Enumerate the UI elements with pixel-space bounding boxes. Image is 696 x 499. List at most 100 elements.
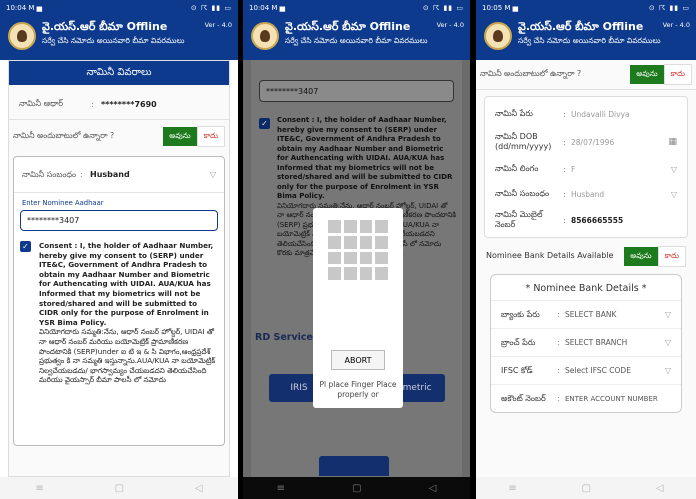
alive-no-button[interactable]: కాదు [196, 125, 225, 147]
status-time: 10:05 M ▅ [482, 4, 519, 12]
back-icon[interactable]: ◁ [195, 483, 203, 494]
app-version: Ver - 4.0 [204, 21, 232, 29]
home-icon[interactable]: ▢ [582, 483, 591, 494]
nominee-form: నామినీ అందుబాటులో ఉన్నారా ? అవును కాదు న… [476, 60, 696, 477]
bank-yes-button[interactable]: అవును [624, 246, 658, 266]
consent-english-text: Consent : I, the holder of Aadhaar Numbe… [39, 241, 214, 327]
bank-details-card: * Nominee Bank Details * బ్యాంకు పేరు : … [490, 274, 682, 413]
app-logo [251, 22, 279, 50]
abort-button[interactable]: ABORT [331, 350, 385, 370]
app-logo [8, 22, 36, 50]
screen-nominee-bank: 10:05 M ▅ ⊙ ☈ ▮▮ ▭ వై.యస్.ఆర్ బీమా Offli… [476, 0, 696, 499]
status-bar: 10:05 M ▅ ⊙ ☈ ▮▮ ▭ [476, 0, 696, 16]
bank-no-button[interactable]: కాదు [657, 245, 686, 267]
branch-name-row: బ్రాంచ్ పేరు : SELECT BRANCH ▽ [491, 328, 681, 356]
app-version: Ver - 4.0 [662, 21, 690, 29]
app-header: వై.యస్.ఆర్ బీమా Offline సర్వే చేసి నమోదు… [243, 16, 470, 60]
alive-no-button[interactable]: కాదు [663, 64, 692, 85]
relation-label: నామినీ సంబంధం [22, 170, 77, 179]
field-label: నామినీ DOB (dd/mm/yyyy) [495, 132, 552, 151]
branch-name-select[interactable]: SELECT BRANCH [565, 338, 665, 347]
chevron-down-icon[interactable]: ▽ [671, 165, 677, 174]
status-icons: ⊙ ☈ ▮▮ ▭ [190, 4, 232, 12]
nominee-aadhaar-label: నామినీ ఆధార్ [19, 98, 64, 108]
consent-checkbox[interactable]: ✓ [259, 118, 270, 129]
nominee-name-row: నామినీ పేరు : Undavalli Divya [485, 101, 687, 127]
ifsc-select[interactable]: Select IFSC CODE [565, 366, 665, 375]
nominee-gender-row: నామినీ లింగం : F ▽ [495, 164, 677, 174]
account-number-input[interactable]: ENTER ACCOUNT NUMBER [565, 395, 671, 403]
consent-telugu-text: వినియోగదారు సమ్మతి:నేను, ఆధార్ నంబర్ హోల… [39, 327, 216, 385]
ifsc-row: IFSC కోడ్ : Select IFSC CODE ▽ [491, 356, 681, 384]
rd-service-label: RD Service: [255, 332, 317, 343]
relation-value[interactable]: Husband [90, 170, 210, 179]
nominee-aadhaar-value: ********7690 [101, 99, 157, 109]
enter-aadhaar-label: Enter Nominee Aadhaar [22, 199, 104, 207]
nominee-gender-value[interactable]: F [571, 165, 671, 174]
chevron-down-icon[interactable]: ▽ [671, 190, 677, 199]
fingerprint-dialog: ABORT Pl place Finger Place properly or [313, 208, 403, 408]
recents-icon[interactable]: ≡ [35, 483, 43, 494]
alive-yes-button[interactable]: అవును [630, 65, 664, 84]
app-title: వై.యస్.ఆర్ బీమా Offline [42, 20, 168, 33]
nominee-info-card: నామినీ పేరు : Undavalli Divya నామినీ DOB… [484, 96, 688, 238]
nominee-name-value[interactable]: Undavalli Divya [571, 110, 677, 119]
dialog-message: Pl place Finger Place properly or [319, 380, 397, 399]
field-label: నామినీ మొబైల్ నెంబర్ [495, 210, 543, 229]
field-label: నామినీ సంబంధం [495, 189, 550, 198]
chevron-down-icon[interactable]: ▽ [665, 366, 671, 375]
chevron-down-icon[interactable]: ▽ [665, 310, 671, 319]
nominee-mobile-row: నామినీ మొబైల్ నెంబర్ : 8566665555 [485, 207, 687, 233]
status-bar: 10:04 M ▅ ⊙ ☈ ▮▮ ▭ [243, 0, 470, 16]
account-number-row: అకౌంట్ నెంబర్ : ENTER ACCOUNT NUMBER [491, 384, 681, 412]
app-header: వై.యస్.ఆర్ బీమా Offline సర్వే చేసి నమోదు… [0, 16, 238, 60]
back-icon[interactable]: ◁ [656, 483, 664, 494]
nominee-relation-value[interactable]: Husband [571, 190, 671, 199]
app-logo [484, 22, 512, 50]
back-icon[interactable]: ◁ [429, 483, 437, 494]
chevron-down-icon[interactable]: ▽ [665, 338, 671, 347]
system-nav-bar: ≡ ▢ ◁ [243, 477, 470, 499]
recents-icon[interactable]: ≡ [277, 483, 285, 494]
screen-biometric-capture: 10:04 M ▅ ⊙ ☈ ▮▮ ▭ వై.యస్.ఆర్ బీమా Offli… [243, 0, 470, 499]
chevron-down-icon[interactable]: ▽ [210, 170, 216, 179]
submit-button[interactable] [319, 456, 389, 476]
home-icon[interactable]: ▢ [115, 483, 124, 494]
recents-icon[interactable]: ≡ [508, 483, 516, 494]
field-label: నామినీ పేరు [495, 109, 533, 118]
status-bar: 10:04 M ▅ ⊙ ☈ ▮▮ ▭ [0, 0, 238, 16]
calendar-icon[interactable]: ▦ [668, 137, 677, 147]
nominee-alive-question: నామినీ అందుబాటులో ఉన్నారా ? [480, 69, 582, 78]
field-label: బ్రాంచ్ పేరు [501, 337, 536, 347]
field-label: నామినీ లింగం [495, 164, 539, 173]
field-label: అకౌంట్ నెంబర్ [501, 393, 546, 403]
status-icons: ⊙ ☈ ▮▮ ▭ [648, 4, 690, 12]
consent-checkbox[interactable]: ✓ [20, 241, 31, 252]
system-nav-bar: ≡ ▢ ◁ [0, 477, 238, 499]
section-title: నామినీ వివరాలు [9, 61, 229, 85]
bank-details-title: * Nominee Bank Details * [525, 283, 647, 294]
system-nav-bar: ≡ ▢ ◁ [476, 477, 696, 499]
alive-yes-button[interactable]: అవును [163, 126, 197, 146]
bank-name-select[interactable]: SELECT BANK [565, 310, 665, 319]
bank-details-question: Nominee Bank Details Available [486, 251, 614, 260]
nominee-aadhaar-input[interactable]: ********3407 [259, 80, 454, 102]
nominee-alive-question: నామినీ అందుబాటులో ఉన్నారా ? [13, 130, 115, 140]
nominee-aadhaar-input[interactable]: ********3407 [20, 210, 218, 231]
field-label: IFSC కోడ్ [501, 365, 533, 375]
home-icon[interactable]: ▢ [352, 483, 361, 494]
nominee-mobile-input[interactable]: 8566665555 [571, 216, 677, 225]
app-title: వై.యస్.ఆర్ బీమా Offline [285, 20, 411, 33]
app-title: వై.యస్.ఆర్ బీమా Offline [518, 20, 644, 33]
fingerprint-icon [328, 220, 388, 280]
app-subtitle: సర్వే చేసి నమోదు అయినవారి బీమా వివరములు [518, 36, 661, 45]
dimmed-background: ********3407 ✓ Consent : I, the holder o… [243, 60, 470, 477]
field-label: బ్యాంకు పేరు [501, 309, 540, 319]
app-subtitle: సర్వే చేసి నమోదు అయినవారి బీమా వివరములు [285, 36, 428, 45]
screen-nominee-details: 10:04 M ▅ ⊙ ☈ ▮▮ ▭ వై.యస్.ఆర్ బీమా Offli… [0, 0, 238, 499]
nominee-card: నామినీ సంబంధం : Husband ▽ Enter Nominee … [13, 156, 225, 446]
nominee-form: నామినీ వివరాలు నామినీ ఆధార్ : ********76… [8, 60, 230, 477]
nominee-relation-row: నామినీ సంబంధం : Husband ▽ [495, 189, 677, 199]
nominee-dob-row: నామినీ DOB (dd/mm/yyyy) : 28/07/1996 ▦ [495, 132, 677, 151]
nominee-dob-value[interactable]: 28/07/1996 [571, 138, 668, 147]
